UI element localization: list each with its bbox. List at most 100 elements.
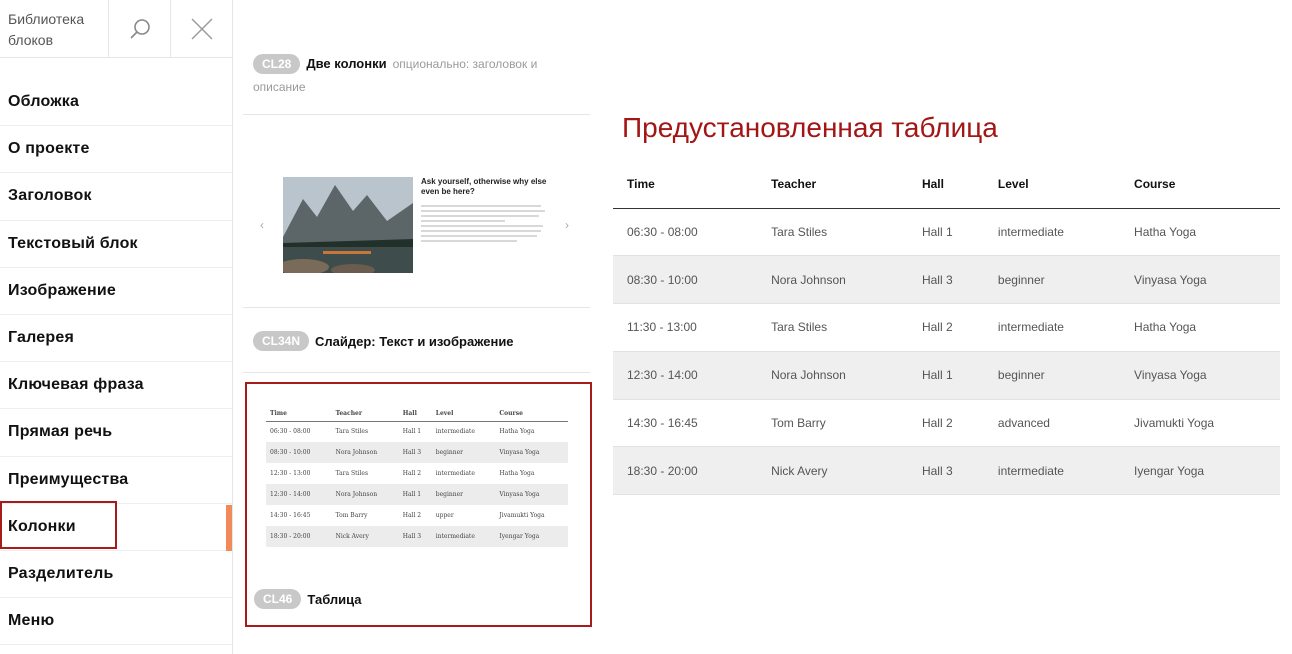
divider <box>243 114 590 115</box>
block-library-sidebar: Библиотека блоков Обложка О проекте Заголо… <box>0 0 233 654</box>
sidebar-item-label: Заголовок <box>8 187 92 205</box>
sidebar-item-label: Текстовый блок <box>8 234 138 252</box>
slide-image <box>283 177 413 273</box>
table-cell: Hall 3 <box>398 526 432 547</box>
table-cell: beginner <box>983 255 1121 305</box>
table-row: 18:30 - 20:00 Nick Avery Hall 3 intermediat… <box>613 446 1280 496</box>
table-cell: Vinyasa Yoga <box>1120 255 1280 305</box>
sidebar-item-label: Преимущества <box>8 470 129 488</box>
table-cell: Hall 1 <box>398 484 432 505</box>
block-code-badge: CL34N <box>253 331 310 351</box>
table-cell: Hall 3 <box>907 446 984 496</box>
column-header: Time <box>266 407 332 422</box>
sidebar-item[interactable]: Текстовый блок <box>0 221 232 268</box>
table-cell: advanced <box>983 399 1121 448</box>
table-row: 08:30 - 10:00 Nora Johnson Hall 3 beginner V… <box>266 442 568 463</box>
table-header-row: Time Teacher Hall Level Course <box>613 160 1280 209</box>
table-cell: 11:30 - 13:00 <box>613 303 758 352</box>
block-preview-cl34n[interactable]: ‹ Ask yourself, otherwise why else even … <box>243 140 590 310</box>
table-row: 12:30 - 13:00 Tara Stiles Hall 2 intermedia… <box>266 463 568 484</box>
block-card-cl46[interactable]: Time Teacher Hall Level Course 06:30 - 08:00 T… <box>245 382 592 627</box>
text-line <box>421 225 543 227</box>
table-cell: Hall 1 <box>907 208 984 257</box>
table-cell: Nick Avery <box>331 526 399 547</box>
sidebar-item[interactable]: Галерея <box>0 315 232 363</box>
column-header: Level <box>431 407 496 422</box>
table-cell: 06:30 - 08:00 <box>613 208 758 257</box>
block-title: Слайдер: Текст и изображение <box>315 333 514 349</box>
table-cell: Iyengar Yoga <box>495 526 568 547</box>
table-cell: Nora Johnson <box>757 255 908 305</box>
table-cell: Hall 3 <box>907 255 984 305</box>
table-cell: intermediate <box>983 303 1121 352</box>
table-cell: intermediate <box>431 526 496 547</box>
main-preview: Предустановленная таблица Time Teacher Hal… <box>602 0 1292 654</box>
block-title: Две колонки <box>306 55 387 71</box>
close-button[interactable] <box>170 0 232 58</box>
sidebar-item[interactable]: О проекте <box>0 126 232 174</box>
table-cell: 12:30 - 14:00 <box>266 484 332 505</box>
table-cell: Tara Stiles <box>757 208 908 257</box>
table-cell: Nora Johnson <box>331 442 399 463</box>
table-cell: Nora Johnson <box>757 351 908 400</box>
table-cell: 14:30 - 16:45 <box>613 399 758 448</box>
table-cell: Hatha Yoga <box>1120 208 1280 257</box>
table-row: 14:30 - 16:45 Tom Barry Hall 2 upper Jivamuk… <box>266 505 568 526</box>
column-header: Level <box>983 160 1121 209</box>
slider-next-arrow[interactable]: › <box>565 218 569 232</box>
sidebar-item[interactable]: Изображение <box>0 268 232 315</box>
table-row: 08:30 - 10:00 Nora Johnson Hall 3 beginner V… <box>613 255 1280 305</box>
sidebar-title: Библиотека блоков <box>8 11 85 48</box>
text-line <box>421 210 545 212</box>
table-cell: beginner <box>431 484 496 505</box>
column-header: Hall <box>398 407 432 422</box>
table-cell: beginner <box>983 351 1121 400</box>
table-row: 11:30 - 13:00 Tara Stiles Hall 2 intermedia… <box>613 303 1280 352</box>
table-cell: Hatha Yoga <box>499 470 535 477</box>
table-cell: intermediate <box>983 446 1121 496</box>
block-label: CL46 Таблица <box>254 589 362 609</box>
sidebar-item[interactable]: Меню <box>0 598 232 646</box>
sidebar-item-label: Ключевая фраза <box>8 376 144 394</box>
table-row: 18:30 - 20:00 Nick Avery Hall 3 intermediat… <box>266 526 568 547</box>
sidebar-item[interactable]: Обложка <box>0 79 232 127</box>
block-card-cl34n[interactable]: CL34N Слайдер: Текст и изображение <box>253 331 514 351</box>
sidebar-item[interactable]: Заголовок <box>0 173 232 221</box>
schedule-table: Time Teacher Hall Level Course 06:30 - 08:00 T… <box>613 160 1280 496</box>
table-cell: Jivamukti Yoga <box>499 512 545 519</box>
text-line <box>421 235 537 237</box>
table-cell: Tara Stiles <box>757 303 908 352</box>
table-cell: Tom Barry <box>335 512 368 519</box>
slide-text: Ask yourself, otherwise why else even be… <box>421 177 551 242</box>
table-cell: 18:30 - 20:00 <box>266 526 332 547</box>
table-cell: Tom Barry <box>757 399 908 448</box>
table-cell: Tara Stiles <box>335 428 369 436</box>
table-cell: 08:30 - 10:00 <box>266 442 332 463</box>
sidebar-item[interactable]: Разделитель <box>0 551 232 599</box>
table-cell: intermediate <box>435 428 475 436</box>
sidebar-item[interactable]: Преимущества <box>0 457 232 504</box>
table-cell: Hall 2 <box>402 470 422 477</box>
page-title: Предустановленная таблица <box>622 112 998 143</box>
text-line <box>421 220 505 222</box>
table-header-row: Time Teacher Hall Level Course <box>266 407 568 422</box>
sidebar-item-label: Обложка <box>8 93 80 110</box>
table-cell: Hall 2 <box>907 303 984 352</box>
table-cell: Hall 1 <box>907 351 984 400</box>
sidebar-item[interactable]: Прямая речь <box>0 409 232 457</box>
sidebar-item[interactable]: Колонки <box>0 504 232 551</box>
table-cell: Nick Avery <box>757 446 908 496</box>
column-header: Course <box>495 407 568 422</box>
slider-prev-arrow[interactable]: ‹ <box>260 218 264 232</box>
sidebar-item-label: О проекте <box>8 140 90 158</box>
sidebar-item-label: Галерея <box>8 328 75 346</box>
sidebar-item[interactable]: Ключевая фраза <box>0 362 232 410</box>
block-card-cl28[interactable]: CL28 Две колонки опционально: заголовок и … <box>253 52 583 98</box>
table-row: 14:30 - 16:45 Tom Barry Hall 2 advanced Jiva… <box>613 399 1280 448</box>
block-code-badge: CL46 <box>254 589 302 609</box>
table-block-preview: Time Teacher Hall Level Course 06:30 - 08:00 T… <box>266 407 568 547</box>
search-button[interactable] <box>108 0 170 58</box>
divider <box>243 372 590 373</box>
table-row: 12:30 - 14:00 Nora Johnson Hall 1 beginner V… <box>613 351 1280 400</box>
table-cell: upper <box>435 512 454 519</box>
